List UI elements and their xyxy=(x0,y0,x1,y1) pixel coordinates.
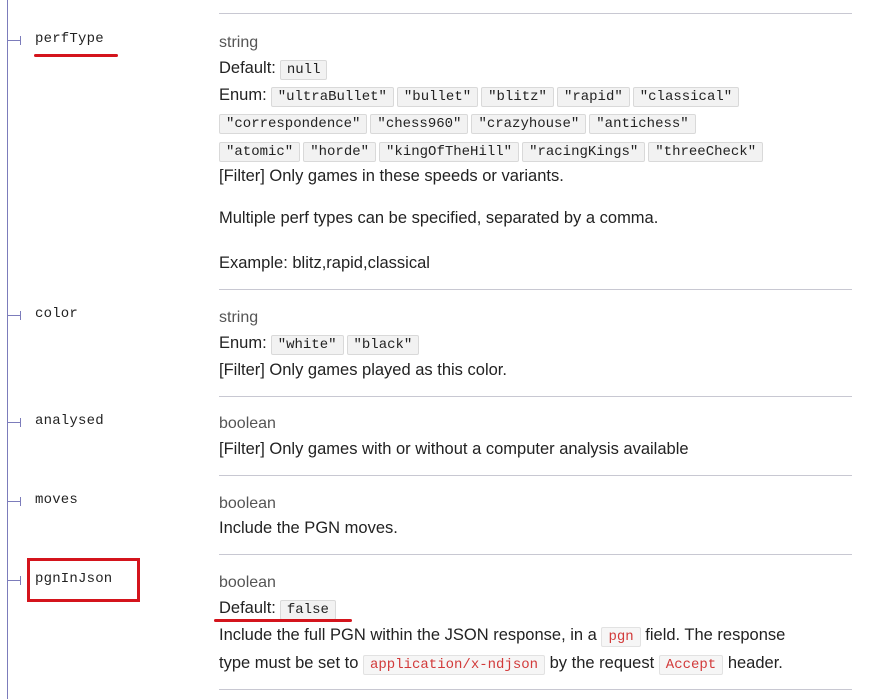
enum-value: "black" xyxy=(346,335,420,355)
default-line: Default: null xyxy=(219,59,328,80)
enum-value: "bullet" xyxy=(396,87,479,107)
param-type: boolean xyxy=(219,495,276,512)
enum-label: Enum: xyxy=(219,334,267,352)
separator xyxy=(219,13,852,14)
default-label: Default: xyxy=(219,59,276,77)
red-underline-annotation xyxy=(34,54,118,57)
param-description: Multiple perf types can be specified, se… xyxy=(219,209,659,227)
tree-line xyxy=(7,0,8,699)
separator xyxy=(219,554,852,555)
param-description-line-1: Include the full PGN within the JSON res… xyxy=(219,626,785,647)
red-box-annotation xyxy=(27,558,140,602)
inline-code: Accept xyxy=(658,655,724,675)
param-description: Example: blitz,rapid,classical xyxy=(219,254,430,272)
param-name-text[interactable]: color xyxy=(35,306,78,322)
param-name-text[interactable]: moves xyxy=(35,492,78,508)
enum-value: "crazyhouse" xyxy=(471,114,587,134)
enum-value: "correspondence" xyxy=(219,114,368,134)
param-type: boolean xyxy=(219,415,276,432)
default-value: null xyxy=(279,60,328,80)
enum-value: "kingOfTheHill" xyxy=(379,142,520,162)
param-type: boolean xyxy=(219,574,276,591)
red-underline-annotation xyxy=(214,619,352,622)
enum-label: Enum: xyxy=(219,86,267,104)
desc-text: field. The response xyxy=(645,626,786,644)
param-type: string xyxy=(219,34,259,51)
desc-text: by the request xyxy=(549,654,655,672)
enum-value: "ultraBullet" xyxy=(270,87,394,107)
desc-text: type must be set to xyxy=(219,654,359,672)
separator xyxy=(219,289,852,290)
param-description: [Filter] Only games with or without a co… xyxy=(219,440,689,458)
enum-value: "classical" xyxy=(632,87,740,107)
separator xyxy=(219,689,852,690)
inline-code: pgn xyxy=(601,627,641,647)
enum-value: "chess960" xyxy=(370,114,469,134)
param-description: [Filter] Only games in these speeds or v… xyxy=(219,167,564,185)
enum-line-1: Enum: "ultraBullet" "bullet" "blitz" "rapid"… xyxy=(219,86,742,107)
enum-value: "threeCheck" xyxy=(648,142,764,162)
param-description-line-2: type must be set to application/x-ndjson… xyxy=(219,654,783,675)
enum-line-3: "atomic" "horde" "kingOfTheHill" "racingKin… xyxy=(219,141,766,162)
enum-line: Enum: "white" "black" xyxy=(219,334,422,355)
default-value: false xyxy=(279,600,336,620)
param-name-text[interactable]: perfType xyxy=(35,31,104,47)
enum-value: "antichess" xyxy=(589,114,696,134)
tree-tick xyxy=(8,418,21,427)
param-name-text[interactable]: analysed xyxy=(35,413,104,429)
enum-value: "white" xyxy=(270,335,344,355)
enum-value: "atomic" xyxy=(219,142,301,162)
param-type: string xyxy=(219,309,259,326)
tree-tick xyxy=(8,497,21,506)
desc-text: Include the full PGN within the JSON res… xyxy=(219,626,597,644)
inline-code: application/x-ndjson xyxy=(363,655,546,675)
param-description: Include the PGN moves. xyxy=(219,519,398,537)
separator xyxy=(219,475,852,476)
separator xyxy=(219,396,852,397)
enum-value: "horde" xyxy=(303,142,377,162)
enum-value: "rapid" xyxy=(556,87,630,107)
default-label: Default: xyxy=(219,599,276,617)
tree-tick xyxy=(8,36,21,45)
tree-tick xyxy=(8,311,21,320)
enum-line-2: "correspondence" "chess960" "crazyhouse" "a… xyxy=(219,113,699,134)
tree-tick xyxy=(8,576,21,585)
param-description: [Filter] Only games played as this color… xyxy=(219,361,507,379)
desc-text: header. xyxy=(727,654,783,672)
api-params-panel: perfType string Default: null Enum: "ultra… xyxy=(0,0,874,699)
enum-value: "blitz" xyxy=(481,87,554,107)
default-line: Default: false xyxy=(219,599,336,620)
enum-value: "racingKings" xyxy=(522,142,646,162)
